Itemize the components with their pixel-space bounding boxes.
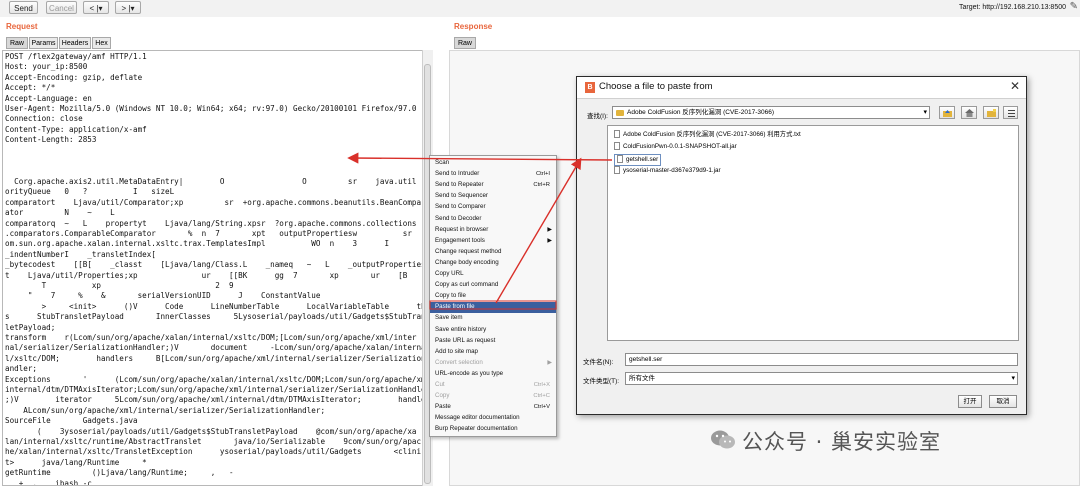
arrow-to-file: [495, 157, 582, 304]
watermark-text: 公众号 · 巢安实验室: [742, 430, 942, 454]
arrow-to-request: [347, 152, 613, 164]
highlight-box-paste: [429, 300, 557, 310]
annotation-arrows: [347, 152, 613, 310]
wechat-icon: [711, 430, 735, 449]
